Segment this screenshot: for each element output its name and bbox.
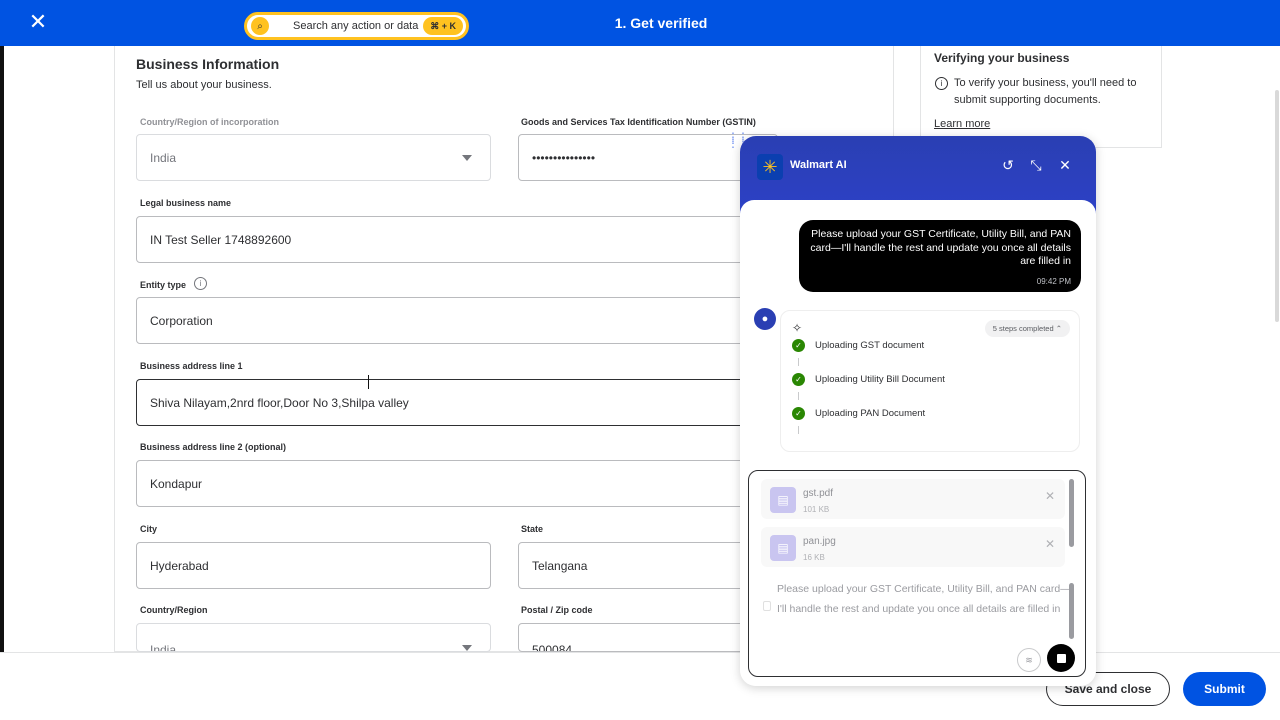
left-edge — [0, 46, 4, 720]
verification-info-card: Verifying your business i To verify your… — [920, 46, 1162, 148]
chevron-down-icon — [462, 645, 472, 651]
page-title: 1. Get verified — [614, 15, 708, 31]
check-icon: ✓ — [792, 339, 805, 352]
sparkle-icon: ✧ — [792, 321, 803, 335]
close-icon[interactable]: ✕ — [1056, 157, 1074, 174]
attachment-name: gst.pdf — [803, 488, 834, 499]
submit-button[interactable]: Submit — [1183, 672, 1266, 706]
top-bar: ✕ ⌕ Search any action or data ⌘ + K 1. G… — [0, 0, 1280, 46]
state-field[interactable]: Telangana — [518, 542, 778, 589]
entity-type-value: Corporation — [150, 313, 213, 328]
stop-button[interactable] — [1047, 644, 1075, 672]
gstin-value: ••••••••••••••• — [532, 150, 596, 165]
step-label: Uploading GST document — [815, 340, 925, 351]
country-incorporation-value: India — [150, 150, 177, 165]
stop-icon — [1056, 653, 1066, 663]
steps-completed-badge[interactable]: 5 steps completed ⌃ — [984, 320, 1070, 337]
document-icon — [763, 601, 771, 611]
check-icon: ✓ — [792, 373, 805, 386]
legal-name-value: IN Test Seller 1748892600 — [150, 232, 292, 247]
ai-avatar-icon: ● — [754, 308, 776, 330]
info-icon[interactable]: i — [194, 277, 207, 290]
address2-value: Kondapur — [150, 476, 203, 491]
walmart-ai-panel: ✳ Walmart AI ↺ ⤡ ✕ Please upload your GS… — [740, 136, 1096, 686]
info-icon: i — [935, 77, 948, 90]
zip-field[interactable]: 500084 — [518, 623, 778, 652]
legal-name-field[interactable]: IN Test Seller 1748892600 — [136, 216, 778, 263]
gstin-label: Goods and Services Tax Identification Nu… — [521, 117, 756, 127]
section-title: Business Information — [136, 56, 280, 72]
attachment-name: pan.jpg — [803, 536, 836, 547]
file-icon: ▤ — [770, 487, 796, 513]
ai-chat-body: Please upload your GST Certificate, Util… — [740, 200, 1096, 686]
country-incorporation-label: Country/Region of incorporation — [140, 117, 279, 127]
country-select[interactable]: India — [136, 623, 491, 652]
step-item: ✓ Uploading PAN Document — [792, 407, 925, 420]
entity-type-label: Entity type — [140, 280, 187, 290]
address2-field[interactable]: Kondapur — [136, 460, 778, 507]
attachments-scrollbar[interactable] — [1069, 479, 1074, 547]
attachment-item: ▤ gst.pdf 101 KB ✕ — [761, 479, 1065, 519]
state-value: Telangana — [532, 558, 588, 573]
message-timestamp: 09:42 PM — [1036, 277, 1071, 286]
composer-text[interactable]: Please upload your GST Certificate, Util… — [777, 579, 1073, 619]
voice-input-icon[interactable]: ≋ — [1017, 648, 1041, 672]
steps-completed-text: 5 steps completed — [992, 324, 1054, 333]
zip-label: Postal / Zip code — [521, 605, 593, 615]
country-label: Country/Region — [140, 605, 208, 615]
address1-field[interactable]: Shiva Nilayam,2nrd floor,Door No 3,Shilp… — [136, 379, 778, 426]
remove-attachment-icon[interactable]: ✕ — [1045, 537, 1055, 551]
learn-more-link[interactable]: Learn more — [934, 118, 990, 130]
city-label: City — [140, 524, 158, 534]
zip-value: 500084 — [532, 643, 573, 652]
city-field[interactable]: Hyderabad — [136, 542, 491, 589]
step-item: ✓ Uploading Utility Bill Document — [792, 373, 945, 386]
remove-attachment-icon[interactable]: ✕ — [1045, 489, 1055, 503]
minimize-icon[interactable]: ⤡ — [1027, 157, 1045, 174]
chevron-down-icon — [462, 155, 472, 161]
country-incorporation-select[interactable]: India — [136, 134, 491, 181]
composer-scrollbar[interactable] — [1069, 583, 1074, 639]
message-composer[interactable]: ▤ gst.pdf 101 KB ✕ ▤ pan.jpg 16 KB ✕ Ple… — [748, 470, 1086, 677]
entity-type-field[interactable]: Corporation — [136, 297, 778, 344]
address1-label: Business address line 1 — [140, 361, 243, 371]
step-connector — [798, 392, 799, 400]
walmart-spark-icon: ✳ — [757, 154, 783, 180]
info-body: To verify your business, you'll need to … — [954, 77, 1137, 106]
attachment-size: 16 KB — [803, 553, 825, 562]
address2-label: Business address line 2 (optional) — [140, 442, 287, 452]
check-icon: ✓ — [792, 407, 805, 420]
step-connector — [798, 358, 799, 366]
user-message-bubble: Please upload your GST Certificate, Util… — [799, 220, 1081, 292]
step-connector — [798, 426, 799, 434]
attachment-size: 101 KB — [803, 505, 830, 514]
section-subtitle: Tell us about your business. — [136, 79, 272, 91]
ai-panel-title: Walmart AI — [790, 159, 847, 171]
history-icon[interactable]: ↺ — [999, 157, 1017, 174]
text-cursor-icon — [368, 375, 370, 389]
page-scrollbar[interactable] — [1275, 90, 1279, 322]
step-item: ✓ Uploading GST document — [792, 339, 924, 352]
city-value: Hyderabad — [150, 558, 209, 573]
file-icon: ▤ — [770, 535, 796, 561]
legal-name-label: Legal business name — [140, 198, 232, 208]
step-label: Uploading Utility Bill Document — [815, 374, 945, 385]
step-label: Uploading PAN Document — [815, 408, 926, 419]
user-message-text: Please upload your GST Certificate, Util… — [810, 228, 1071, 267]
address1-value: Shiva Nilayam,2nrd floor,Door No 3,Shilp… — [150, 395, 409, 410]
country-value: India — [150, 643, 177, 652]
attachment-item: ▤ pan.jpg 16 KB ✕ — [761, 527, 1065, 567]
state-label: State — [521, 524, 544, 534]
info-title: Verifying your business — [934, 51, 1070, 65]
steps-card: ✧ 5 steps completed ⌃ ✓ Uploading GST do… — [780, 310, 1080, 452]
